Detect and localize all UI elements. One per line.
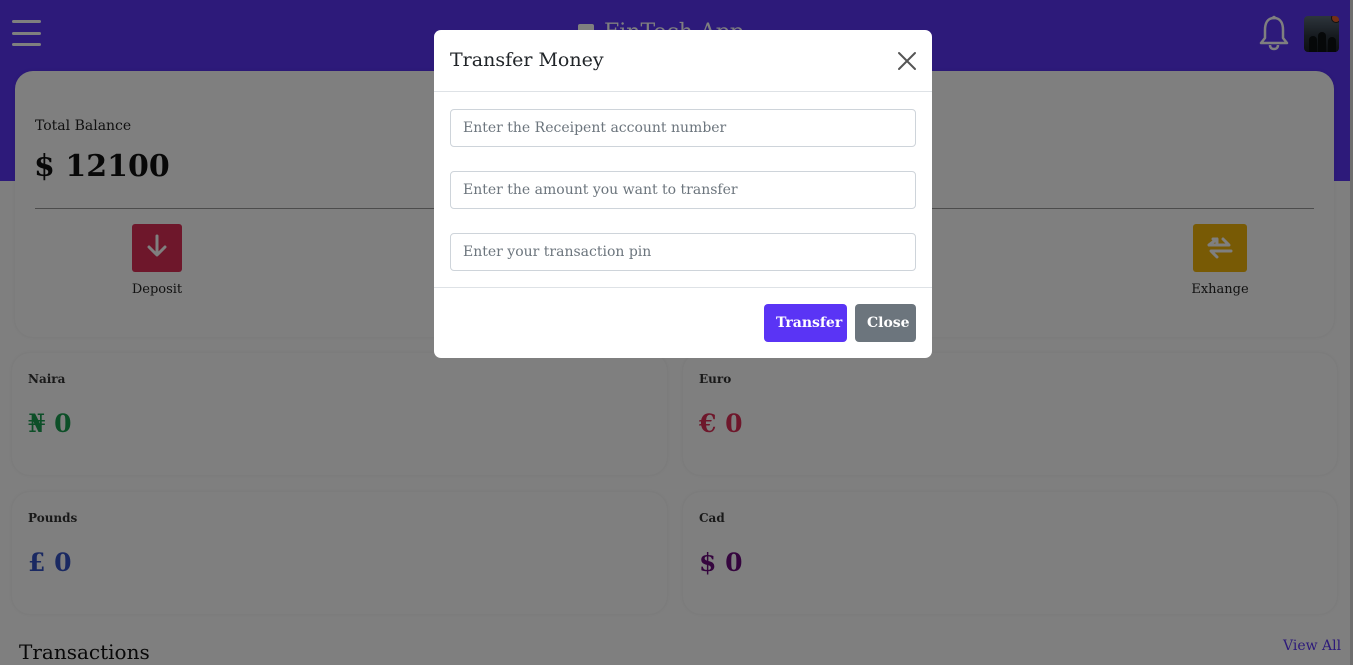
transaction-pin-input[interactable] <box>450 233 916 271</box>
transfer-button[interactable]: Transfer <box>764 304 847 342</box>
close-button[interactable]: Close <box>855 304 916 342</box>
close-icon[interactable] <box>896 50 918 72</box>
amount-input[interactable] <box>450 171 916 209</box>
modal-title: Transfer Money <box>450 49 604 71</box>
modal-footer: Transfer Close <box>434 287 932 358</box>
transfer-money-modal: Transfer Money Transfer Close <box>434 30 932 358</box>
modal-header: Transfer Money <box>434 30 932 92</box>
recipient-account-input[interactable] <box>450 109 916 147</box>
